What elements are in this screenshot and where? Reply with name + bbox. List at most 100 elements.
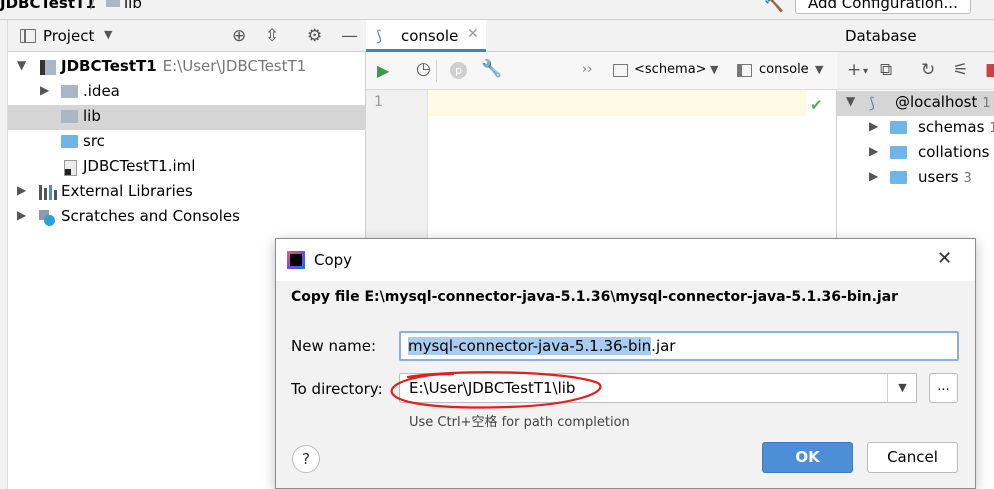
folder-icon	[61, 85, 78, 98]
db-tree-label: users	[918, 168, 959, 186]
breadcrumb-project[interactable]: JDBCTestT1	[0, 0, 96, 12]
tree-item-external-libraries[interactable]: ▶ External Libraries	[8, 180, 366, 205]
chevron-down-icon[interactable]: ▾	[863, 66, 868, 77]
scratches-icon	[39, 210, 55, 226]
dialog-titlebar: Copy ✕	[276, 239, 975, 281]
copy-icon[interactable]: ⧉	[880, 60, 892, 80]
libraries-icon	[39, 185, 57, 200]
folder-icon	[890, 146, 907, 159]
more-actions-icon[interactable]: ››	[582, 62, 592, 77]
new-name-input[interactable]: mysql-connector-java-5.1.36-bin.jar	[399, 331, 959, 361]
chevron-right-icon[interactable]: ▶	[869, 169, 878, 183]
chevron-right-icon[interactable]: ▶	[869, 144, 878, 158]
folder-icon	[890, 121, 907, 134]
parameters-icon[interactable]: p	[450, 62, 467, 79]
current-line-highlight[interactable]	[428, 90, 806, 116]
gear-icon[interactable]: ⚙	[307, 26, 322, 46]
project-window-icon	[20, 29, 36, 43]
schema-settings-icon[interactable]: ⚟	[953, 60, 968, 80]
module-path: E:\User\JDBCTestT1	[162, 57, 307, 75]
close-icon[interactable]: ✕	[937, 248, 952, 269]
datasource-icon: ⟆	[869, 94, 875, 112]
chevron-down-icon[interactable]: ▼	[710, 63, 718, 76]
tree-item-label: src	[83, 132, 105, 150]
dialog-title: Copy	[314, 251, 353, 269]
db-tree-item-collations[interactable]: ▶ collations	[837, 141, 994, 166]
db-tree-label: schemas	[918, 118, 985, 136]
console-tab-icon: ⟆	[376, 27, 382, 45]
left-tool-stripe	[0, 20, 8, 489]
checkmark-icon: ✔	[810, 96, 823, 114]
db-tree-label: @localhost	[895, 93, 978, 111]
source-folder-icon	[61, 135, 78, 148]
session-selector[interactable]: console	[759, 62, 809, 77]
folder-icon	[106, 0, 120, 7]
chevron-right-icon[interactable]: ▶	[17, 208, 26, 222]
cancel-button[interactable]: Cancel	[867, 442, 958, 473]
tree-item-idea[interactable]: ▶ .idea	[8, 80, 366, 105]
folder-icon	[61, 110, 78, 123]
db-tree-item-schemas[interactable]: ▶ schemas 1	[837, 116, 994, 141]
project-panel-header: Project ▼ ⊕ ⇳ ⚙ —	[8, 20, 366, 52]
chevron-down-icon[interactable]: ▼	[846, 94, 855, 108]
toolbar-divider	[436, 60, 437, 82]
add-configuration-button[interactable]: Add Configuration...	[795, 0, 971, 14]
iml-file-icon	[64, 160, 77, 176]
to-directory-label: To directory:	[291, 380, 383, 398]
collapse-all-icon[interactable]: ⇳	[265, 26, 279, 46]
build-hammer-icon[interactable]: 🔨	[764, 0, 784, 13]
path-completion-hint: Use Ctrl+空格 for path completion	[409, 415, 630, 430]
tree-item-label: .idea	[83, 82, 120, 100]
close-icon[interactable]: ✕	[467, 26, 479, 42]
line-number: 1	[374, 94, 383, 110]
database-panel-title[interactable]: Database	[845, 27, 917, 45]
tree-item-lib[interactable]: lib	[8, 105, 366, 130]
run-icon[interactable]: ▶	[377, 61, 389, 80]
refresh-icon[interactable]: ↻	[921, 60, 935, 80]
ok-button[interactable]: OK	[762, 442, 853, 473]
database-panel-header: Database	[837, 20, 994, 52]
session-icon	[737, 64, 752, 77]
schema-icon	[613, 64, 628, 77]
tab-console[interactable]: ⟆ console ✕	[366, 20, 486, 52]
tree-item-src[interactable]: src	[8, 130, 366, 155]
tab-label: console	[401, 27, 459, 45]
db-tree-count: 1	[982, 96, 991, 111]
minimize-icon[interactable]: —	[341, 26, 358, 46]
tree-item-jdbctestt1[interactable]: ▼ JDBCTestT1 E:\User\JDBCTestT1	[8, 55, 366, 80]
tree-item-iml[interactable]: JDBCTestT1.iml	[8, 155, 366, 180]
tree-item-label: JDBCTestT1	[61, 57, 157, 75]
intellij-logo-icon	[287, 251, 305, 269]
red-annotation-circle	[390, 371, 602, 409]
tree-item-scratches[interactable]: ▶ Scratches and Consoles	[8, 205, 366, 230]
schema-selector[interactable]: <schema>	[634, 62, 707, 77]
tree-item-label: JDBCTestT1.iml	[83, 157, 196, 175]
new-name-label: New name:	[291, 337, 377, 355]
chevron-right-icon[interactable]: ▶	[17, 183, 26, 197]
add-icon[interactable]: +	[847, 60, 861, 80]
chevron-right-icon[interactable]: ▶	[869, 119, 878, 133]
chevron-down-icon[interactable]: ▼	[104, 28, 112, 41]
db-tree-item-users[interactable]: ▶ users 3	[837, 166, 994, 191]
editor-tab-bar: ⟆ console ✕	[366, 20, 837, 52]
selected-text: mysql-connector-java-5.1.36-bin	[408, 337, 652, 355]
chevron-down-icon[interactable]: ▼	[887, 374, 917, 402]
chevron-right-icon[interactable]: ▶	[40, 83, 49, 97]
dialog-heading: Copy file E:\mysql-connector-java-5.1.36…	[291, 289, 899, 305]
project-panel-title[interactable]: Project	[43, 27, 94, 45]
history-icon[interactable]: ◷	[416, 59, 431, 79]
tree-item-label: Scratches and Consoles	[61, 207, 240, 225]
module-icon	[40, 60, 56, 75]
db-tree-item-localhost[interactable]: ▼ ⟆ @localhost 1	[837, 91, 994, 116]
chevron-down-icon[interactable]: ▼	[815, 63, 823, 76]
breadcrumb-separator: /	[90, 0, 96, 12]
breadcrumb-lib[interactable]: lib	[124, 0, 142, 12]
db-tree-count: 3	[963, 171, 972, 186]
wrench-icon[interactable]: 🔧	[481, 59, 502, 79]
database-toolbar: + ▾ ⧉ ↻ ⚟ ■	[837, 52, 994, 90]
locate-icon[interactable]: ⊕	[232, 26, 246, 46]
help-button[interactable]: ?	[292, 445, 320, 473]
disconnect-icon[interactable]: ■	[985, 60, 994, 80]
chevron-down-icon[interactable]: ▼	[17, 58, 26, 72]
browse-button[interactable]: ...	[929, 373, 958, 403]
